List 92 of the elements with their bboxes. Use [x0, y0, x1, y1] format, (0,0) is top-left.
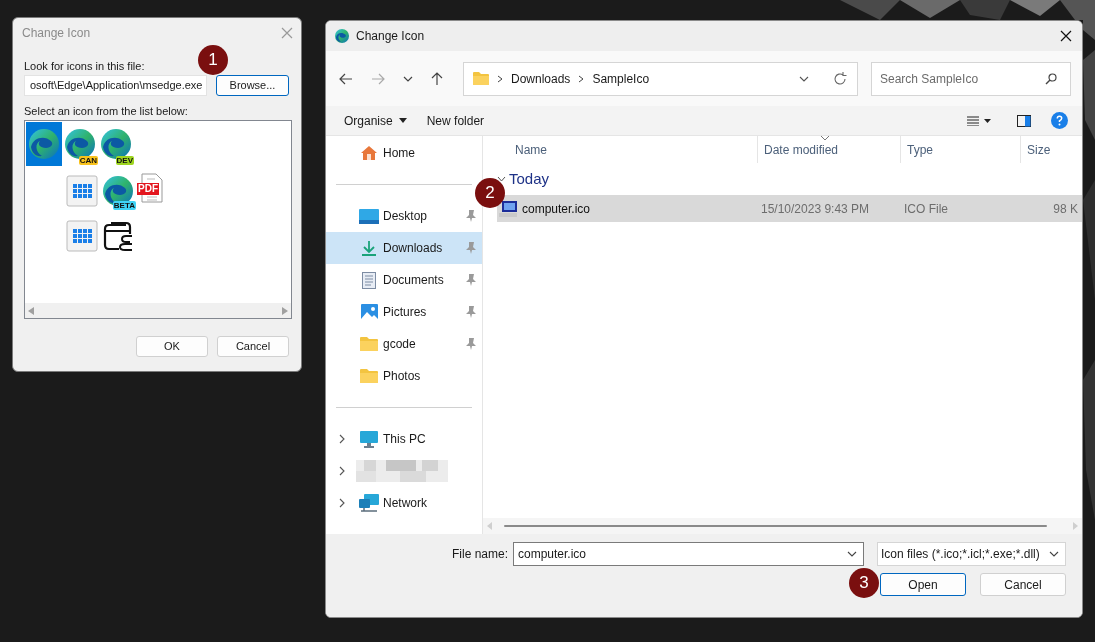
- preview-pane-icon: [1017, 114, 1031, 127]
- right-arrow-icon: [1073, 522, 1078, 530]
- download-icon: [361, 240, 377, 256]
- navigation-item[interactable]: gcode: [326, 328, 482, 360]
- chevron-down-icon: [403, 75, 413, 82]
- navigation-item[interactable]: Photos: [326, 360, 482, 392]
- file-type-dropdown[interactable]: Icon files (*.ico;*.icl;*.exe;*.dll): [877, 542, 1066, 566]
- badge: PDF: [137, 183, 159, 195]
- column-header[interactable]: Type: [900, 136, 1020, 163]
- cancel-button[interactable]: Cancel: [217, 336, 289, 357]
- column-header[interactable]: Name: [486, 136, 757, 163]
- left-arrow-icon: [28, 306, 34, 315]
- desktop-icon: [359, 208, 379, 224]
- icon-option[interactable]: CAN: [62, 122, 98, 166]
- search-field[interactable]: Search SampleIco: [871, 61, 1071, 96]
- horizontal-scrollbar[interactable]: [25, 303, 291, 318]
- chevron-down-icon: [497, 176, 506, 182]
- organise-menu-button[interactable]: Organise: [334, 107, 417, 134]
- breadcrumb-link[interactable]: SampleIco: [592, 69, 650, 88]
- chevron-right-icon: [339, 434, 345, 444]
- app-grid-icon: [66, 174, 98, 207]
- chevron-right-icon: [339, 498, 345, 508]
- right-arrow-icon: [282, 306, 288, 315]
- left-arrow-icon: [487, 522, 492, 530]
- back-arrow-icon: [339, 72, 353, 85]
- file-row[interactable]: computer.ico 15/10/2023 9:43 PM ICO File 98 K: [497, 195, 1082, 222]
- app-grid-icon: [66, 219, 98, 252]
- home-icon: [360, 145, 378, 161]
- field-label: File name:: [451, 546, 508, 563]
- chevron-down-icon: [799, 75, 809, 82]
- edge-logo-icon: [334, 28, 350, 44]
- table-cell-text: 98 K: [1052, 200, 1079, 218]
- edge-logo-icon: [27, 127, 61, 161]
- help-icon: [1051, 112, 1068, 129]
- navigation-item[interactable]: Downloads: [326, 232, 482, 264]
- icon-option[interactable]: DEV: [98, 122, 134, 166]
- edge-logo-icon: [101, 173, 135, 208]
- navigation-item[interactable]: Documents: [326, 264, 482, 296]
- navigation-item[interactable]: Network: [326, 487, 482, 519]
- ok-button[interactable]: OK: [136, 336, 208, 357]
- caret-down-icon: [398, 118, 407, 123]
- search-icon: [1045, 72, 1057, 85]
- file-name: computer.ico: [522, 200, 591, 218]
- navigation-item[interactable]: Pictures: [326, 296, 482, 328]
- sort-caret-icon: [821, 136, 829, 140]
- group-header[interactable]: Today: [509, 167, 550, 191]
- folder-icon: [360, 337, 378, 351]
- network-icon: [359, 494, 379, 512]
- close-icon: [1060, 30, 1072, 42]
- refresh-icon: [833, 71, 847, 86]
- column-header[interactable]: Date modified: [757, 136, 900, 163]
- icon-option[interactable]: BETA: [100, 170, 136, 211]
- picture-icon: [360, 303, 378, 321]
- breadcrumb-link[interactable]: Downloads: [511, 69, 571, 88]
- table-cell-text: 15/10/2023 9:43 PM: [760, 200, 871, 218]
- address-bar[interactable]: Downloads SampleIco: [463, 61, 858, 96]
- edge-logo-icon: [99, 127, 133, 161]
- horizontal-scrollbar[interactable]: [483, 518, 1082, 534]
- new-folder-button[interactable]: New folder: [416, 107, 495, 134]
- edge-logo-icon: [63, 127, 97, 161]
- placeholder-text: Search SampleIco: [880, 70, 979, 88]
- chevron-right-icon: [578, 74, 585, 83]
- folder-icon: [473, 72, 489, 85]
- wallet-icon: [102, 219, 134, 252]
- monitor-icon: [360, 430, 378, 448]
- field-label: Select an icon from the list below:: [24, 104, 189, 118]
- badge: DEV: [115, 156, 134, 165]
- document-icon: [362, 271, 376, 289]
- chevron-down-icon: [1049, 551, 1059, 557]
- file-path-field[interactable]: osoft\Edge\Application\msedge.exe: [24, 75, 207, 96]
- navigation-item[interactable]: This PC: [326, 423, 482, 455]
- computer-icon: [499, 200, 517, 217]
- close-icon: [281, 27, 293, 39]
- window-title: Change Icon: [356, 28, 426, 45]
- up-arrow-icon: [431, 71, 443, 86]
- file-name-field[interactable]: computer.ico: [513, 542, 864, 566]
- list-view-icon: [967, 115, 991, 126]
- table-cell-text: ICO File: [903, 200, 949, 218]
- folder-icon: [360, 369, 378, 383]
- forward-arrow-icon: [371, 72, 385, 85]
- cancel-button[interactable]: Cancel: [980, 573, 1066, 596]
- navigation-item[interactable]: Home: [326, 137, 482, 169]
- chevron-right-icon: [339, 466, 345, 476]
- badge: CAN: [78, 156, 98, 165]
- chevron-right-icon: [497, 74, 503, 83]
- window-title: Change Icon: [22, 25, 91, 42]
- icon-option[interactable]: PDF: [136, 170, 172, 211]
- column-header[interactable]: Size: [1020, 136, 1082, 163]
- chevron-down-icon: [847, 551, 857, 557]
- badge: BETA: [112, 201, 136, 210]
- open-button[interactable]: Open: [880, 573, 966, 596]
- browse-button[interactable]: Browse...: [216, 75, 289, 96]
